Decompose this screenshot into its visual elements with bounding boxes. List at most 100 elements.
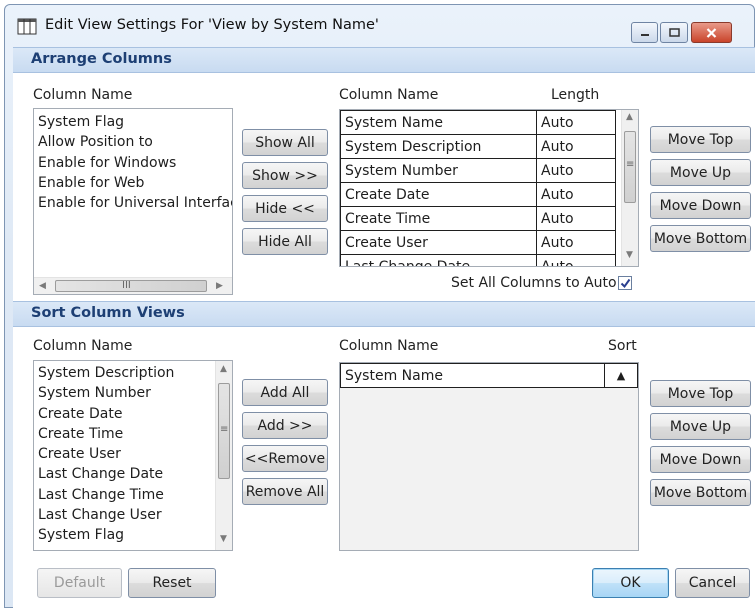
scrollbar-thumb[interactable]: III [55,280,207,292]
set-all-auto-checkbox[interactable] [618,276,632,290]
checkmark-icon [620,278,630,288]
cancel-button[interactable]: Cancel [675,568,750,598]
add-button[interactable]: Add >> [242,412,328,439]
minimize-button[interactable] [631,22,658,43]
chevron-up-icon[interactable]: ▲ [626,113,633,122]
length-cell[interactable]: Auto [536,206,616,231]
dialog-body: Arrange Columns Column Name System Flag … [13,47,755,609]
column-name-cell[interactable]: Last Change Date [340,254,537,266]
table-row[interactable]: Create Date Auto [340,182,616,207]
sort-column-name-cell[interactable]: System Name [340,363,605,388]
vertical-scrollbar[interactable]: ▲ ≡ ▼ [621,110,638,266]
horizontal-scrollbar[interactable]: ◀ III ▶ [34,277,232,294]
length-cell[interactable]: Auto [536,230,616,255]
list-item[interactable]: Enable for Windows [34,153,232,173]
vertical-scrollbar[interactable]: ▲ ≡ ▼ [215,361,232,550]
chevron-down-icon[interactable]: ▼ [626,251,633,260]
columns-table: System Name Auto System Description Auto S… [340,110,616,266]
show-button[interactable]: Show >> [242,162,328,189]
list-item[interactable]: System Number [34,383,232,403]
column-name-cell[interactable]: Create User [340,230,537,255]
move-down-button[interactable]: Move Down [650,192,751,219]
remove-all-button[interactable]: Remove All [242,478,328,505]
length-cell[interactable]: Auto [536,110,616,135]
ok-button[interactable]: OK [592,568,669,598]
list-item[interactable]: Enable for Web [34,173,232,193]
set-all-auto-label: Set All Columns to Auto [451,275,617,291]
grip-icon: ≡ [220,424,229,435]
sort-table: System Name ▲ [340,363,638,388]
table-row[interactable]: Create User Auto [340,230,616,255]
column-name-cell[interactable]: System Description [340,134,537,159]
table-row[interactable]: System Name ▲ [340,363,638,388]
grid-length-label: Length [551,87,600,103]
table-row[interactable]: Create Time Auto [340,206,616,231]
list-item[interactable]: Create Date [34,404,232,424]
list-item[interactable]: Create User [34,444,232,464]
chevron-down-icon[interactable]: ▼ [220,535,227,544]
list-item[interactable]: System Flag [34,112,232,132]
sort-grid-sort-label: Sort [608,338,637,354]
title-bar[interactable]: Edit View Settings For 'View by System N… [5,5,754,43]
chevron-up-icon[interactable]: ▲ [220,365,227,374]
minimize-icon [640,33,649,36]
sort-available-columns-label: Column Name [33,338,133,354]
edit-view-settings-dialog: Edit View Settings For 'View by System N… [4,4,755,609]
column-name-cell[interactable]: System Name [340,110,537,135]
close-icon [706,27,717,38]
list-item[interactable]: Last Change Date [34,464,232,484]
list-item[interactable]: System Description [34,363,232,383]
available-columns-list[interactable]: System Flag Allow Position to Enable for… [33,108,233,295]
table-row[interactable]: Last Change Date Auto [340,254,616,266]
list-item[interactable]: Allow Position to [34,132,232,152]
maximize-button[interactable] [660,22,688,43]
maximize-icon [668,28,680,37]
sort-columns-grid[interactable]: System Name ▲ [339,362,639,551]
sort-column-views-header: Sort Column Views [13,301,755,327]
available-columns-label: Column Name [33,87,133,103]
sort-move-down-button[interactable]: Move Down [650,446,751,473]
arrange-columns-header: Arrange Columns [13,47,755,73]
list-item[interactable]: System Flag [34,525,232,545]
default-button[interactable]: Default [37,568,122,598]
length-cell[interactable]: Auto [536,254,616,266]
move-bottom-button[interactable]: Move Bottom [650,225,751,252]
list-item[interactable]: Create Time [34,424,232,444]
visible-columns-grid[interactable]: System Name Auto System Description Auto S… [339,109,639,267]
column-name-cell[interactable]: Create Date [340,182,537,207]
length-cell[interactable]: Auto [536,182,616,207]
columns-icon [17,18,37,35]
show-all-button[interactable]: Show All [242,129,328,156]
window-title: Edit View Settings For 'View by System N… [45,17,379,33]
list-item[interactable]: Enable for Universal Interface [34,193,232,213]
table-row[interactable]: System Name Auto [340,110,616,135]
chevron-left-icon[interactable]: ◀ [39,282,46,291]
table-row[interactable]: System Description Auto [340,134,616,159]
grip-icon: III [122,280,131,291]
sort-move-top-button[interactable]: Move Top [650,380,751,407]
hide-all-button[interactable]: Hide All [242,228,328,255]
chevron-right-icon[interactable]: ▶ [216,282,223,291]
remove-button[interactable]: <<Remove [242,445,328,472]
close-button[interactable] [691,22,732,43]
length-cell[interactable]: Auto [536,158,616,183]
reset-button[interactable]: Reset [128,568,216,598]
move-top-button[interactable]: Move Top [650,126,751,153]
sort-move-up-button[interactable]: Move Up [650,413,751,440]
scrollbar-thumb[interactable]: ≡ [624,131,636,203]
list-item[interactable]: Last Change Time [34,485,232,505]
table-row[interactable]: System Number Auto [340,158,616,183]
length-cell[interactable]: Auto [536,134,616,159]
sort-move-bottom-button[interactable]: Move Bottom [650,479,751,506]
sort-direction-cell[interactable]: ▲ [604,363,638,388]
column-name-cell[interactable]: System Number [340,158,537,183]
grip-icon: ≡ [626,159,635,170]
sort-grid-column-name-label: Column Name [339,338,439,354]
add-all-button[interactable]: Add All [242,379,328,406]
scrollbar-thumb[interactable]: ≡ [218,383,230,479]
hide-button[interactable]: Hide << [242,195,328,222]
list-item[interactable]: Last Change User [34,505,232,525]
column-name-cell[interactable]: Create Time [340,206,537,231]
sort-available-columns-list[interactable]: System Description System Number Create … [33,360,233,551]
move-up-button[interactable]: Move Up [650,159,751,186]
